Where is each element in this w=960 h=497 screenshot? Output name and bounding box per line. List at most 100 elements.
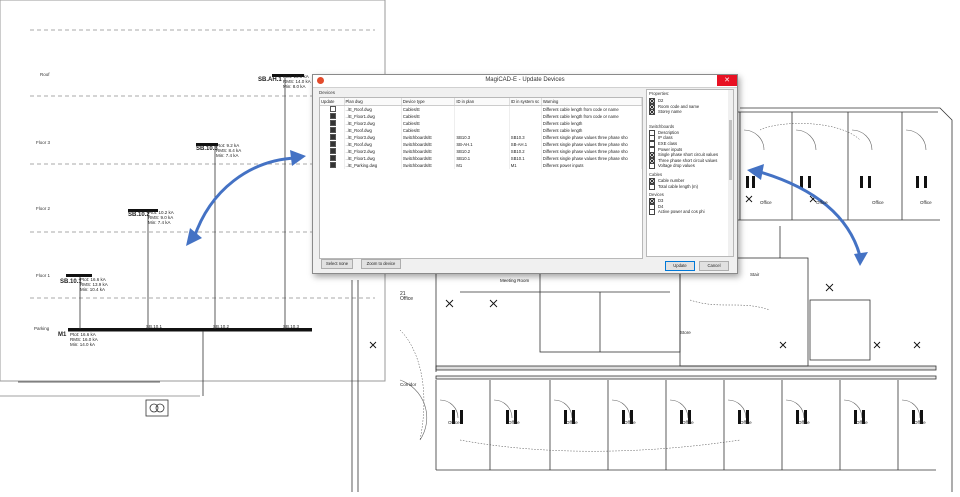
property-checkbox[interactable] bbox=[649, 109, 655, 116]
room-label: Office bbox=[798, 420, 810, 425]
table-row[interactable]: ..\E_Roof.dwg Cables/E Different cable len… bbox=[320, 105, 643, 113]
cell-plan: ..\E_Floor3.dwg bbox=[344, 134, 402, 141]
table-row[interactable]: ..\E_Floor2.dwg Switchboards/E SB10.2 SB10.… bbox=[320, 148, 643, 155]
property-option[interactable]: Total cable length (m) bbox=[649, 183, 699, 190]
corridor-label: Corridor bbox=[400, 382, 417, 387]
property-option[interactable]: Active power and cos phi bbox=[649, 209, 705, 216]
room-label: Office bbox=[816, 200, 828, 205]
select-none-button[interactable]: Select none bbox=[321, 259, 353, 269]
room-label: Office bbox=[624, 420, 636, 425]
cable-label: SB.10.2 bbox=[213, 324, 230, 329]
devices-table: Update Plan dwg Device type ID in plan I… bbox=[320, 98, 643, 169]
floor-label: Floor 3 bbox=[36, 140, 51, 145]
board-id: SB.10.1 bbox=[60, 279, 82, 285]
room-label: Office bbox=[740, 420, 752, 425]
update-checkbox[interactable] bbox=[330, 162, 336, 168]
column-header[interactable]: Update bbox=[320, 98, 345, 106]
cell-id-plan: SB10.1 bbox=[454, 155, 510, 162]
update-cell bbox=[320, 113, 345, 120]
update-checkbox[interactable] bbox=[330, 134, 336, 140]
property-label: IP class bbox=[658, 135, 673, 141]
table-row[interactable]: ..\E_Parking.dwg Switchboards/E M1 M1 Differ… bbox=[320, 162, 643, 169]
table-row[interactable]: ..\E_Floor1.dwg Cables/E Different cable l… bbox=[320, 113, 643, 120]
table-row[interactable]: ..\E_Floor1.dwg Switchboards/E SB10.1 SB10.… bbox=[320, 155, 643, 162]
cell-type: Switchboards/E bbox=[401, 141, 456, 148]
cell-id-sys: SB10.2 bbox=[509, 148, 542, 155]
column-header[interactable]: Warning bbox=[541, 98, 643, 106]
update-checkbox[interactable] bbox=[330, 148, 336, 154]
properties-section-header: Cables bbox=[649, 172, 663, 177]
property-label: D4 bbox=[658, 203, 664, 209]
cable-label: SB.10.3 bbox=[283, 324, 300, 329]
room-label: Office bbox=[760, 200, 772, 205]
update-checkbox[interactable] bbox=[330, 120, 336, 126]
floor-label: Floor 2 bbox=[36, 206, 51, 211]
cell-plan: ..\E_Roof.dwg bbox=[344, 105, 402, 113]
dialog-titlebar[interactable]: MagiCAD-E - Update Devices ✕ bbox=[313, 75, 737, 88]
stair-label: Stair bbox=[750, 272, 760, 277]
column-header[interactable]: ID in system sc bbox=[509, 98, 542, 106]
update-checkbox[interactable] bbox=[330, 155, 336, 161]
column-header[interactable]: Plan dwg bbox=[344, 98, 402, 106]
cell-warning: Different cable length bbox=[541, 120, 643, 127]
property-label: Single phase short circuit values bbox=[658, 152, 719, 158]
close-button[interactable]: ✕ bbox=[717, 75, 737, 86]
table-row[interactable]: ..\E_Floor2.dwg Cables/E Different cable l… bbox=[320, 120, 643, 127]
properties-header: Properties: bbox=[649, 91, 670, 96]
property-checkbox[interactable] bbox=[649, 183, 655, 190]
cell-warning: Different single phase values three phas… bbox=[541, 141, 643, 148]
update-checkbox[interactable] bbox=[330, 106, 336, 112]
property-option[interactable]: Voltage drop values bbox=[649, 163, 695, 170]
property-label: Storey name bbox=[658, 109, 682, 115]
cancel-button[interactable]: Cancel bbox=[699, 261, 729, 271]
cell-id-plan: SB-AH.1 bbox=[454, 141, 510, 148]
update-cell bbox=[320, 134, 345, 141]
link-arrow bbox=[186, 150, 306, 246]
board-info: Ptot: 16.6 kA RMS: 16.0 kA Min: 14.0 kA bbox=[70, 332, 98, 347]
table-row[interactable]: ..\E_Floor3.dwg Switchboards/E SB10.3 SB10.… bbox=[320, 134, 643, 141]
cell-id-sys bbox=[509, 120, 542, 127]
update-checkbox[interactable] bbox=[330, 113, 336, 119]
cell-id-plan: SB10.2 bbox=[454, 148, 510, 155]
property-checkbox[interactable] bbox=[649, 163, 655, 170]
cell-warning: Different cable length from code or name bbox=[541, 113, 643, 120]
dialog-title: MagiCAD-E - Update Devices bbox=[485, 77, 565, 83]
zoom-to-device-button[interactable]: Zoom to device bbox=[361, 259, 401, 269]
update-devices-dialog: MagiCAD-E - Update Devices ✕ Devices Upd… bbox=[312, 74, 738, 274]
cell-id-sys: M1 bbox=[509, 162, 542, 169]
properties-section-header: Devices bbox=[649, 192, 664, 198]
update-button[interactable]: Update bbox=[665, 261, 695, 271]
room-label: Office bbox=[566, 420, 578, 425]
cell-type: Cables/E bbox=[401, 105, 456, 113]
cell-plan: ..\E_Floor1.dwg bbox=[344, 113, 402, 120]
scrollbar-thumb[interactable] bbox=[729, 120, 732, 180]
table-row[interactable]: ..\E_Roof.dwg Switchboards/E SB-AH.1 SB-AH.… bbox=[320, 141, 643, 148]
update-cell bbox=[320, 141, 345, 148]
update-checkbox[interactable] bbox=[330, 141, 336, 147]
board-id: M1 bbox=[58, 332, 67, 338]
property-label: Description bbox=[658, 129, 679, 135]
property-label: D3 bbox=[658, 198, 664, 204]
column-header[interactable]: Device type bbox=[401, 98, 456, 106]
cell-type: Switchboards/E bbox=[401, 134, 456, 141]
property-option[interactable]: Storey name bbox=[649, 109, 682, 116]
update-checkbox[interactable] bbox=[330, 127, 336, 133]
cell-type: Switchboards/E bbox=[401, 162, 456, 169]
properties-section-header: Switchboards bbox=[649, 123, 675, 129]
property-checkbox[interactable] bbox=[649, 209, 655, 216]
cell-id-sys bbox=[509, 127, 542, 134]
cell-id-plan bbox=[454, 127, 510, 134]
column-header[interactable]: ID in plan bbox=[454, 98, 510, 106]
update-cell bbox=[320, 120, 345, 127]
cell-id-plan bbox=[454, 105, 510, 113]
table-row[interactable]: ..\E_Roof.dwg Cables/E Different cable len… bbox=[320, 127, 643, 134]
properties-panel: Properties: D2 Room code and name Storey n… bbox=[646, 89, 734, 257]
update-cell bbox=[320, 105, 345, 113]
cell-id-sys: SB10.1 bbox=[509, 155, 542, 162]
update-cell bbox=[320, 162, 345, 169]
cell-warning: Different single phase values three phas… bbox=[541, 148, 643, 155]
update-cell bbox=[320, 127, 345, 134]
cell-warning: Different cable length from code or name bbox=[541, 105, 643, 113]
properties-scrollbar[interactable] bbox=[728, 90, 733, 256]
property-label: Total cable length (m) bbox=[658, 183, 699, 189]
